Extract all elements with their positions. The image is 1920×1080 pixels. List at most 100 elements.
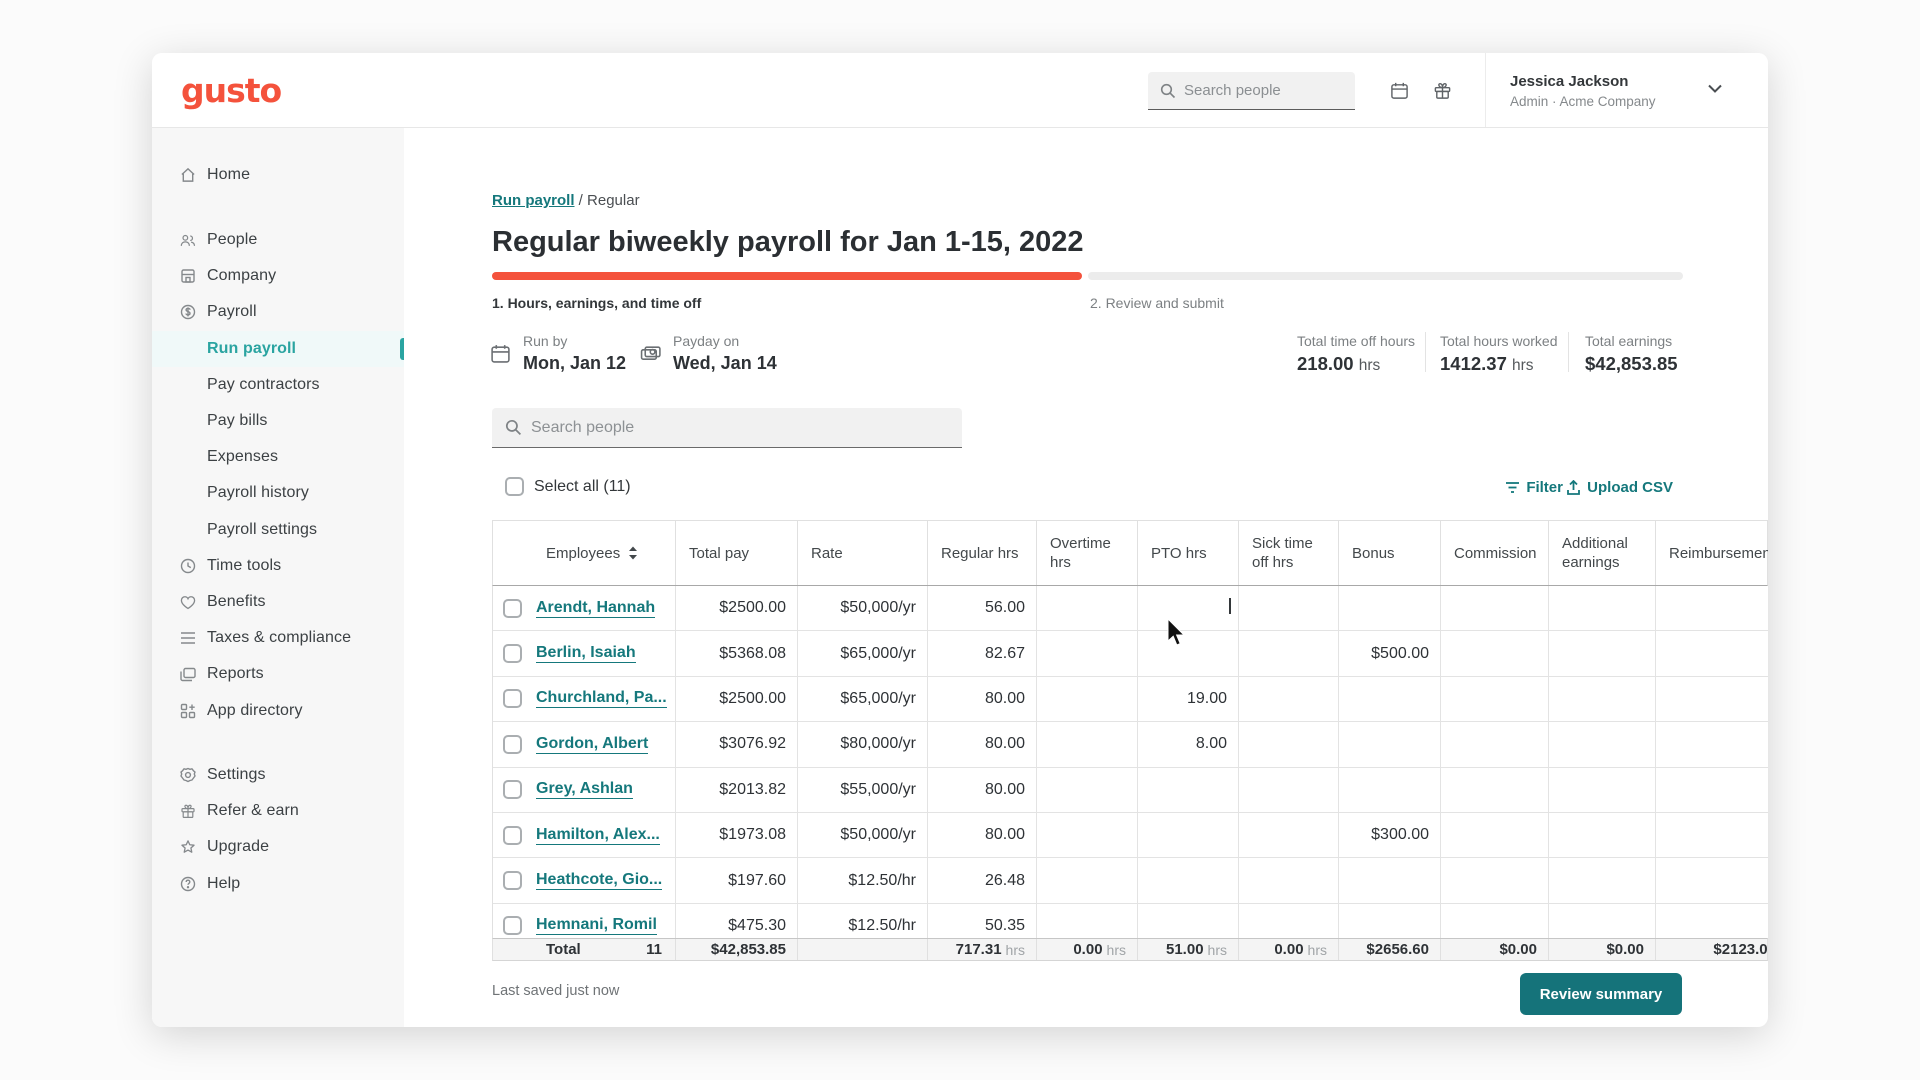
employee-name-link[interactable]: Churchland, Pa... (536, 689, 667, 708)
cell-additional[interactable] (1549, 677, 1656, 721)
cell-pto[interactable] (1138, 768, 1239, 812)
cell-sick[interactable] (1239, 768, 1339, 812)
breadcrumb-run-payroll-link[interactable]: Run payroll (492, 192, 575, 209)
cell-reimbursement[interactable] (1656, 586, 1768, 630)
cell-sick[interactable] (1239, 722, 1339, 766)
sidebar-item-app-directory[interactable]: App directory (152, 693, 404, 729)
cell-bonus[interactable] (1339, 722, 1441, 766)
cell-overtime[interactable] (1037, 858, 1138, 902)
sidebar-item-expenses[interactable]: Expenses (152, 439, 404, 475)
cell-commission[interactable] (1441, 722, 1549, 766)
row-checkbox[interactable] (503, 916, 522, 935)
review-summary-button[interactable]: Review summary (1520, 973, 1682, 1015)
gusto-logo[interactable]: gusto (181, 71, 281, 110)
cell-regular[interactable]: 80.00 (928, 768, 1037, 812)
cell-additional[interactable] (1549, 631, 1656, 675)
cell-pto[interactable]: 19.00 (1138, 677, 1239, 721)
cell-regular[interactable]: 82.67 (928, 631, 1037, 675)
cell-pto[interactable]: 8.00 (1138, 722, 1239, 766)
row-checkbox[interactable] (503, 599, 522, 618)
user-name[interactable]: Jessica Jackson (1510, 73, 1628, 90)
cell-additional[interactable] (1549, 768, 1656, 812)
sidebar-item-refer-earn[interactable]: Refer & earn (152, 793, 404, 829)
cell-regular[interactable]: 80.00 (928, 813, 1037, 857)
sidebar-item-people[interactable]: People (152, 222, 404, 258)
cell-commission[interactable] (1441, 858, 1549, 902)
employee-name-link[interactable]: Hemnani, Romil (536, 916, 657, 935)
sidebar-item-benefits[interactable]: Benefits (152, 584, 404, 620)
cell-commission[interactable] (1441, 586, 1549, 630)
cell-bonus[interactable] (1339, 904, 1441, 938)
cell-regular[interactable]: 26.48 (928, 858, 1037, 902)
sidebar-item-home[interactable]: Home (152, 157, 404, 193)
cell-reimbursement[interactable] (1656, 904, 1768, 938)
sidebar-item-settings[interactable]: Settings (152, 757, 404, 793)
row-checkbox[interactable] (503, 689, 522, 708)
row-checkbox[interactable] (503, 826, 522, 845)
sidebar-item-help[interactable]: Help (152, 866, 404, 902)
cell-sick[interactable] (1239, 813, 1339, 857)
gift-icon[interactable] (1433, 81, 1453, 101)
employee-name-link[interactable]: Arendt, Hannah (536, 599, 655, 618)
employee-name-link[interactable]: Heathcote, Gio... (536, 871, 662, 890)
people-search-input[interactable]: Search people (492, 408, 962, 448)
employee-name-link[interactable]: Berlin, Isaiah (536, 644, 636, 663)
calendar-icon[interactable] (1390, 81, 1410, 101)
header-search-input[interactable]: Search people (1148, 72, 1355, 110)
cell-sick[interactable] (1239, 631, 1339, 675)
cell-overtime[interactable] (1037, 722, 1138, 766)
sidebar-item-payroll-settings[interactable]: Payroll settings (152, 512, 404, 548)
cell-commission[interactable] (1441, 631, 1549, 675)
cell-additional[interactable] (1549, 904, 1656, 938)
cell-sick[interactable] (1239, 586, 1339, 630)
cell-reimbursement[interactable] (1656, 722, 1768, 766)
cell-commission[interactable] (1441, 813, 1549, 857)
cell-reimbursement[interactable] (1656, 768, 1768, 812)
cell-commission[interactable] (1441, 768, 1549, 812)
cell-overtime[interactable] (1037, 586, 1138, 630)
cell-overtime[interactable] (1037, 813, 1138, 857)
cell-bonus[interactable] (1339, 586, 1441, 630)
cell-commission[interactable] (1441, 904, 1549, 938)
cell-sick[interactable] (1239, 677, 1339, 721)
chevron-down-icon[interactable] (1708, 84, 1722, 93)
sidebar-item-payroll-history[interactable]: Payroll history (152, 475, 404, 511)
employee-name-link[interactable]: Gordon, Albert (536, 735, 648, 754)
cell-reimbursement[interactable] (1656, 677, 1768, 721)
cell-additional[interactable] (1549, 813, 1656, 857)
sidebar-item-payroll[interactable]: Payroll (152, 294, 404, 330)
row-checkbox[interactable] (503, 735, 522, 754)
cell-pto[interactable] (1138, 858, 1239, 902)
sidebar-item-taxes-compliance[interactable]: Taxes & compliance (152, 620, 404, 656)
cell-bonus[interactable]: $300.00 (1339, 813, 1441, 857)
cell-commission[interactable] (1441, 677, 1549, 721)
cell-additional[interactable] (1549, 586, 1656, 630)
row-checkbox[interactable] (503, 780, 522, 799)
cell-additional[interactable] (1549, 722, 1656, 766)
cell-sick[interactable] (1239, 904, 1339, 938)
cell-reimbursement[interactable] (1656, 631, 1768, 675)
filter-button[interactable]: Filter (1505, 479, 1563, 496)
cell-pto[interactable] (1138, 904, 1239, 938)
cell-regular[interactable]: 50.35 (928, 904, 1037, 938)
upload-csv-button[interactable]: Upload CSV (1566, 479, 1673, 496)
cell-bonus[interactable] (1339, 677, 1441, 721)
cell-sick[interactable] (1239, 858, 1339, 902)
sidebar-item-pay-bills[interactable]: Pay bills (152, 403, 404, 439)
employee-name-link[interactable]: Hamilton, Alex... (536, 826, 660, 845)
sidebar-item-time-tools[interactable]: Time tools (152, 548, 404, 584)
cell-bonus[interactable] (1339, 858, 1441, 902)
cell-overtime[interactable] (1037, 677, 1138, 721)
cell-overtime[interactable] (1037, 904, 1138, 938)
sidebar-item-pay-contractors[interactable]: Pay contractors (152, 367, 404, 403)
cell-additional[interactable] (1549, 858, 1656, 902)
cell-regular[interactable]: 80.00 (928, 722, 1037, 766)
row-checkbox[interactable] (503, 644, 522, 663)
cell-reimbursement[interactable] (1656, 813, 1768, 857)
sidebar-item-upgrade[interactable]: Upgrade (152, 829, 404, 865)
select-all-checkbox[interactable] (505, 477, 524, 496)
cell-overtime[interactable] (1037, 768, 1138, 812)
cell-reimbursement[interactable] (1656, 858, 1768, 902)
sidebar-item-reports[interactable]: Reports (152, 656, 404, 692)
sidebar-item-run-payroll[interactable]: Run payroll (152, 331, 404, 367)
